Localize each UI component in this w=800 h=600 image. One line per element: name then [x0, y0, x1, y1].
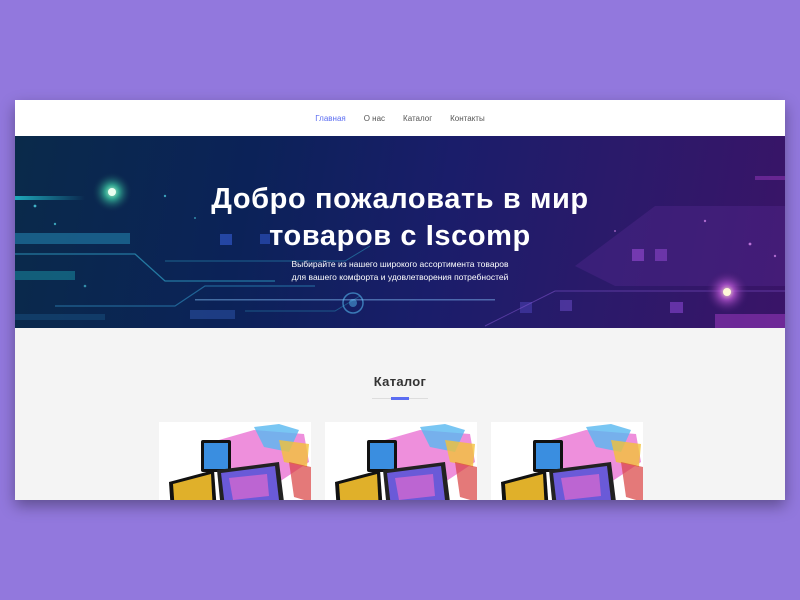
nav-link-home[interactable]: Главная [315, 114, 345, 123]
laptops-tablets-image [169, 424, 311, 500]
catalog-heading: Каталог [373, 374, 427, 389]
hero-subtitle-line-1: Выбирайте из нашего широкого ассортимент… [291, 259, 509, 269]
hero-title: Добро пожаловать в мир товаров с Iscomp [15, 181, 785, 255]
product-card[interactable] [325, 422, 477, 500]
hero-subtitle: Выбирайте из нашего широкого ассортимент… [15, 258, 785, 284]
laptops-tablets-image [501, 424, 643, 500]
hero-subtitle-line-2: для вашего комфорта и удовлетворения пот… [291, 272, 509, 282]
nav-link-about[interactable]: О нас [364, 114, 385, 123]
hero-title-line-1: Добро пожаловать в мир [211, 183, 589, 215]
nav-link-catalog[interactable]: Каталог [403, 114, 432, 123]
hero-banner: Добро пожаловать в мир товаров с Iscomp … [15, 136, 785, 328]
nav-link-contacts[interactable]: Контакты [450, 114, 485, 123]
product-card[interactable] [491, 422, 643, 500]
hero-title-line-2: товаров с Iscomp [269, 220, 531, 252]
heading-divider-accent [391, 397, 409, 400]
top-navigation: Главная О нас Каталог Контакты [15, 100, 785, 136]
product-card[interactable] [159, 422, 311, 500]
laptops-tablets-image [335, 424, 477, 500]
browser-window: Главная О нас Каталог Контакты Добро пож… [15, 100, 785, 500]
